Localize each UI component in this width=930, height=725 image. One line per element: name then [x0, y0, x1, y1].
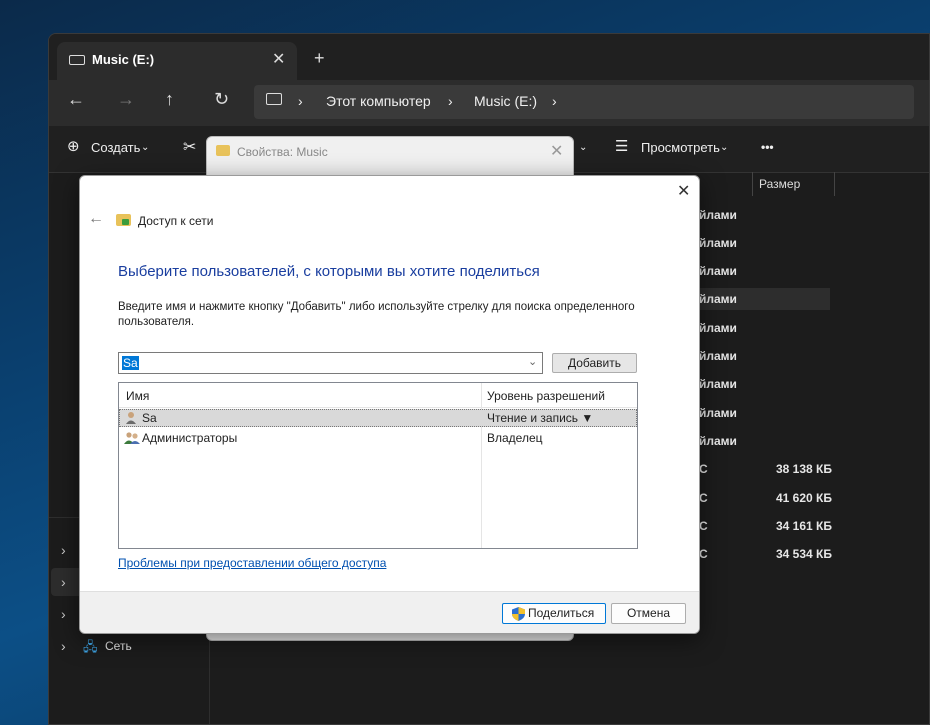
add-button[interactable]: Добавить — [552, 353, 637, 373]
share-button[interactable]: Поделиться — [502, 603, 606, 624]
list-item-type: йлами — [699, 208, 737, 222]
back-button[interactable]: ← — [67, 89, 85, 110]
dialog-close-icon[interactable]: ✕ — [677, 181, 690, 201]
list-item-type: С — [699, 547, 708, 561]
sidebar-item-network[interactable]: Сеть — [105, 639, 132, 653]
more-options-button[interactable]: ••• — [761, 140, 774, 154]
shared-folder-icon — [116, 214, 131, 226]
properties-title: Свойства: Music — [237, 145, 328, 159]
permission-dropdown[interactable]: Чтение и запись ▼ — [487, 411, 593, 425]
breadcrumb-sep-icon: › — [298, 93, 303, 109]
list-item-type: С — [699, 519, 708, 533]
users-permissions-table: Имя Уровень разрешений Sa Чтение и запис… — [118, 382, 638, 549]
tab-music[interactable]: Music (E:) ✕ — [57, 42, 297, 80]
chevron-down-icon: ⌄ — [579, 142, 588, 153]
expand-chevron-icon[interactable]: › — [61, 638, 66, 654]
list-item-size: 41 620 КБ — [776, 491, 832, 505]
list-item-type: йлами — [699, 406, 737, 420]
properties-close-icon[interactable]: ✕ — [550, 141, 563, 161]
list-item-type: йлами — [699, 377, 737, 391]
column-header-name[interactable]: Имя — [126, 389, 149, 403]
dialog-title: Доступ к сети — [138, 214, 214, 228]
list-item-size: 38 138 КБ — [776, 462, 832, 476]
tab-close-icon[interactable]: ✕ — [272, 49, 285, 69]
expand-chevron-icon[interactable]: › — [61, 542, 66, 558]
new-tab-button[interactable]: + — [314, 48, 325, 69]
expand-chevron-icon[interactable]: › — [61, 606, 66, 622]
cancel-button[interactable]: Отмена — [611, 603, 686, 624]
list-item-type: йлами — [699, 292, 737, 306]
view-icon: ☰ — [615, 138, 629, 155]
uac-shield-icon — [512, 607, 525, 621]
list-item-size: 34 534 КБ — [776, 547, 832, 561]
network-share-dialog: ✕ ← Доступ к сети Выберите пользователей… — [79, 175, 700, 634]
permission-cell: Владелец — [487, 431, 543, 445]
list-item-type: С — [699, 462, 708, 476]
network-icon: 🖧 — [83, 639, 98, 654]
forward-button[interactable]: → — [117, 89, 135, 110]
up-button[interactable]: ↑ — [165, 89, 174, 110]
dialog-description: Введите имя и нажмите кнопку "Добавить" … — [118, 301, 635, 328]
view-button[interactable]: Просмотреть — [641, 140, 720, 155]
share-button-label: Поделиться — [528, 606, 595, 620]
drive-icon — [69, 55, 85, 65]
tab-title: Music (E:) — [92, 52, 155, 67]
column-header-size[interactable]: Размер — [759, 177, 800, 191]
create-button[interactable]: Создать — [91, 140, 140, 155]
list-item-type: йлами — [699, 236, 737, 250]
plus-circle-icon: ⊕ — [67, 138, 80, 155]
user-name-input-value[interactable]: Sa — [122, 356, 139, 370]
column-divider — [752, 172, 753, 196]
dialog-heading: Выберите пользователей, с которыми вы хо… — [118, 263, 540, 280]
user-name-cell[interactable]: Администраторы — [142, 431, 237, 445]
list-item-type: С — [699, 491, 708, 505]
list-item-size: 34 161 КБ — [776, 519, 832, 533]
breadcrumb-sep-icon: › — [552, 93, 557, 109]
refresh-button[interactable]: ↻ — [214, 89, 229, 110]
expand-chevron-icon[interactable]: › — [61, 574, 66, 590]
computer-icon — [266, 93, 282, 105]
list-item-type: йлами — [699, 349, 737, 363]
breadcrumb-this-pc[interactable]: Этот компьютер — [326, 93, 431, 109]
back-arrow-icon[interactable]: ← — [88, 210, 104, 228]
list-item-type: йлами — [699, 434, 737, 448]
cut-icon[interactable]: ✂ — [183, 137, 196, 157]
chevron-down-icon: ⌄ — [720, 142, 729, 153]
folder-icon — [216, 145, 230, 156]
dialog-footer: Поделиться Отмена — [80, 591, 699, 633]
breadcrumb-sep-icon: › — [448, 93, 453, 109]
sharing-troubleshoot-link[interactable]: Проблемы при предоставлении общего досту… — [118, 556, 386, 570]
column-header-permission[interactable]: Уровень разрешений — [487, 389, 605, 403]
navigation-bar: ← → ↑ ↻ › Этот компьютер › Music (E:) › — [49, 80, 929, 126]
address-bar[interactable]: › Этот компьютер › Music (E:) › — [254, 85, 914, 119]
column-divider — [834, 172, 835, 196]
header-divider — [119, 407, 637, 408]
chevron-down-icon[interactable]: ⌄ — [528, 355, 537, 368]
user-name-cell[interactable]: Sa — [142, 411, 157, 425]
group-icon — [124, 432, 140, 444]
tab-bar: Music (E:) ✕ + — [49, 34, 929, 80]
user-name-combobox[interactable]: Sa ⌄ — [118, 352, 543, 374]
user-icon — [126, 412, 136, 424]
list-item-type: йлами — [699, 321, 737, 335]
breadcrumb-music[interactable]: Music (E:) — [474, 93, 537, 109]
list-item-type: йлами — [699, 264, 737, 278]
chevron-down-icon: ⌄ — [141, 142, 150, 153]
